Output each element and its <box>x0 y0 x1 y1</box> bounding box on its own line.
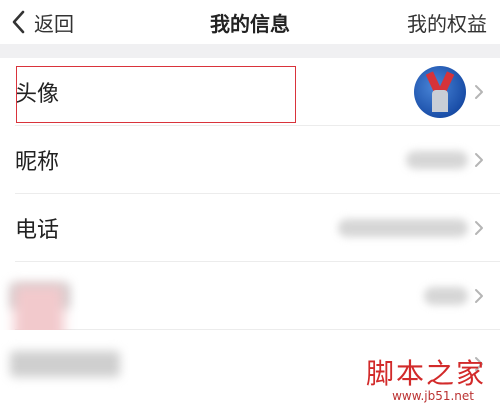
nickname-value-blurred <box>406 151 468 169</box>
avatar-figure <box>432 90 448 112</box>
watermark-url: www.jb51.net <box>392 389 474 403</box>
top-navigation-bar: 返回 我的信息 我的权益 <box>0 0 500 44</box>
avatar-label: 头像 <box>15 82 60 107</box>
chevron-right-icon <box>475 85 483 99</box>
my-benefits-link[interactable]: 我的权益 <box>407 8 487 37</box>
phone-value-blurred <box>338 219 468 237</box>
chevron-right-icon <box>475 221 483 235</box>
nickname-label: 昵称 <box>15 150 60 175</box>
chevron-right-icon <box>475 289 483 303</box>
nickname-row[interactable]: 昵称 <box>0 126 500 194</box>
watermark-text: 脚本之家 <box>365 357 486 390</box>
row-value-blurred <box>424 287 468 305</box>
avatar-row[interactable]: 头像 <box>0 58 500 126</box>
avatar <box>414 66 466 118</box>
phone-label: 电话 <box>15 218 60 243</box>
section-gap <box>0 44 500 58</box>
phone-row[interactable]: 电话 <box>0 194 500 262</box>
chevron-right-icon <box>475 153 483 167</box>
row-label-blurred <box>10 351 120 377</box>
blurred-row[interactable] <box>0 262 500 330</box>
